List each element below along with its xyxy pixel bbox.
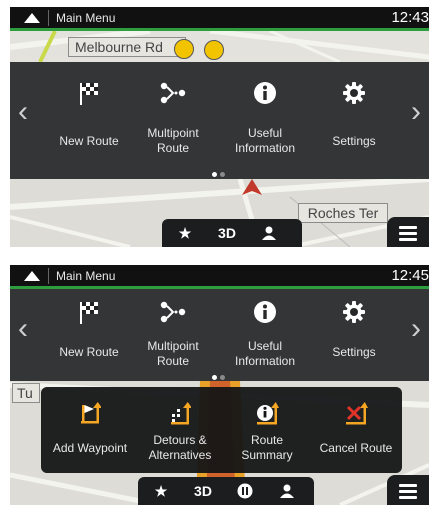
multipoint-icon	[132, 80, 214, 106]
pause-icon[interactable]	[230, 480, 260, 502]
status-bar: Main Menu 12:43	[10, 7, 429, 31]
previous-page-button[interactable]: ‹	[12, 309, 34, 349]
view-mode-button[interactable]: 3D	[188, 480, 218, 502]
clock-time: 12:43	[391, 9, 429, 26]
gear-icon	[313, 80, 395, 106]
settings-button[interactable]: Settings	[313, 289, 395, 373]
favorites-button[interactable]: ★	[146, 480, 176, 502]
navigation-arrow-icon[interactable]	[24, 271, 40, 281]
main-menu-panel: ‹ New Route Multipoint Route Useful Info…	[10, 62, 429, 179]
add-waypoint-icon	[45, 401, 135, 425]
next-page-button[interactable]: ›	[405, 309, 427, 349]
street-label: Tu	[12, 383, 40, 403]
page-title: Main Menu	[56, 11, 116, 25]
new-route-button[interactable]: New Route	[48, 289, 130, 373]
person-icon[interactable]	[254, 222, 284, 244]
street-label: Roches Ter	[298, 203, 388, 223]
menu-item-label: Useful Information	[234, 339, 296, 368]
main-menu-panel: ‹ New Route Multipoint Route Useful Info…	[10, 289, 429, 381]
add-waypoint-button[interactable]: Add Waypoint	[45, 387, 135, 473]
checkered-flag-icon	[48, 299, 130, 325]
route-menu-label: Route Summary	[241, 433, 293, 462]
menu-item-label: Multipoint Route	[147, 126, 199, 155]
gear-icon	[313, 299, 395, 325]
menu-item-label: New Route	[59, 345, 119, 359]
hamburger-menu-button[interactable]	[387, 475, 429, 505]
cancel-route-icon	[311, 401, 401, 425]
page-dot-active	[212, 375, 217, 380]
page-indicator	[212, 375, 242, 383]
previous-page-button[interactable]: ‹	[12, 92, 34, 132]
route-menu-label: Cancel Route	[319, 441, 393, 455]
clock-time: 12:45	[391, 267, 429, 284]
multipoint-icon	[132, 299, 214, 325]
page-dot-active	[212, 172, 217, 177]
cancel-route-button[interactable]: Cancel Route	[311, 387, 401, 473]
multipoint-route-button[interactable]: Multipoint Route	[132, 289, 214, 373]
divider	[48, 10, 49, 26]
next-page-button[interactable]: ›	[405, 92, 427, 132]
menu-item-label: Settings	[332, 345, 376, 359]
info-icon	[224, 299, 306, 325]
new-route-button[interactable]: New Route	[48, 62, 130, 162]
detours-alternatives-button[interactable]: Detours & Alternatives	[135, 387, 225, 473]
info-icon	[224, 80, 306, 106]
useful-information-button[interactable]: Useful Information	[224, 62, 306, 162]
hamburger-menu-button[interactable]	[387, 217, 429, 247]
school-poi-icon[interactable]	[204, 40, 224, 60]
settings-button[interactable]: Settings	[313, 62, 395, 162]
page-dot	[220, 172, 225, 177]
page-dot	[220, 375, 225, 380]
menu-item-label: New Route	[59, 134, 119, 148]
favorites-button[interactable]: ★	[170, 222, 200, 244]
view-mode-button[interactable]: 3D	[212, 222, 242, 244]
multipoint-route-button[interactable]: Multipoint Route	[132, 62, 214, 162]
useful-information-button[interactable]: Useful Information	[224, 289, 306, 373]
map-toolbar: ★ 3D	[138, 477, 314, 505]
map-toolbar: ★ 3D	[162, 219, 302, 247]
route-menu-label: Add Waypoint	[52, 441, 128, 455]
divider	[48, 268, 49, 284]
person-icon[interactable]	[272, 480, 302, 502]
menu-item-label: Settings	[332, 134, 376, 148]
route-summary-button[interactable]: Route Summary	[222, 387, 312, 473]
status-bar: Main Menu 12:45	[10, 265, 429, 289]
street-label: Melbourne Rd	[68, 37, 186, 57]
route-menu-panel: Add Waypoint Detours & Alternatives Rout…	[41, 387, 402, 473]
screenshot-main-menu: Melbourne Rd Main Menu 12:43 ‹ New Route	[10, 7, 429, 247]
screenshot-route-menu: Tu Main Menu 12:45 ‹ New Route Multipoin…	[10, 265, 429, 505]
navigation-arrow-icon[interactable]	[24, 13, 40, 23]
menu-item-label: Multipoint Route	[147, 339, 199, 368]
checkered-flag-icon	[48, 80, 130, 106]
route-summary-icon	[222, 401, 312, 425]
school-poi-icon[interactable]	[174, 39, 194, 59]
detours-icon	[135, 401, 225, 425]
menu-item-label: Useful Information	[234, 126, 296, 155]
route-menu-label: Detours & Alternatives	[148, 433, 212, 462]
page-indicator	[212, 172, 242, 180]
page-title: Main Menu	[56, 269, 116, 283]
